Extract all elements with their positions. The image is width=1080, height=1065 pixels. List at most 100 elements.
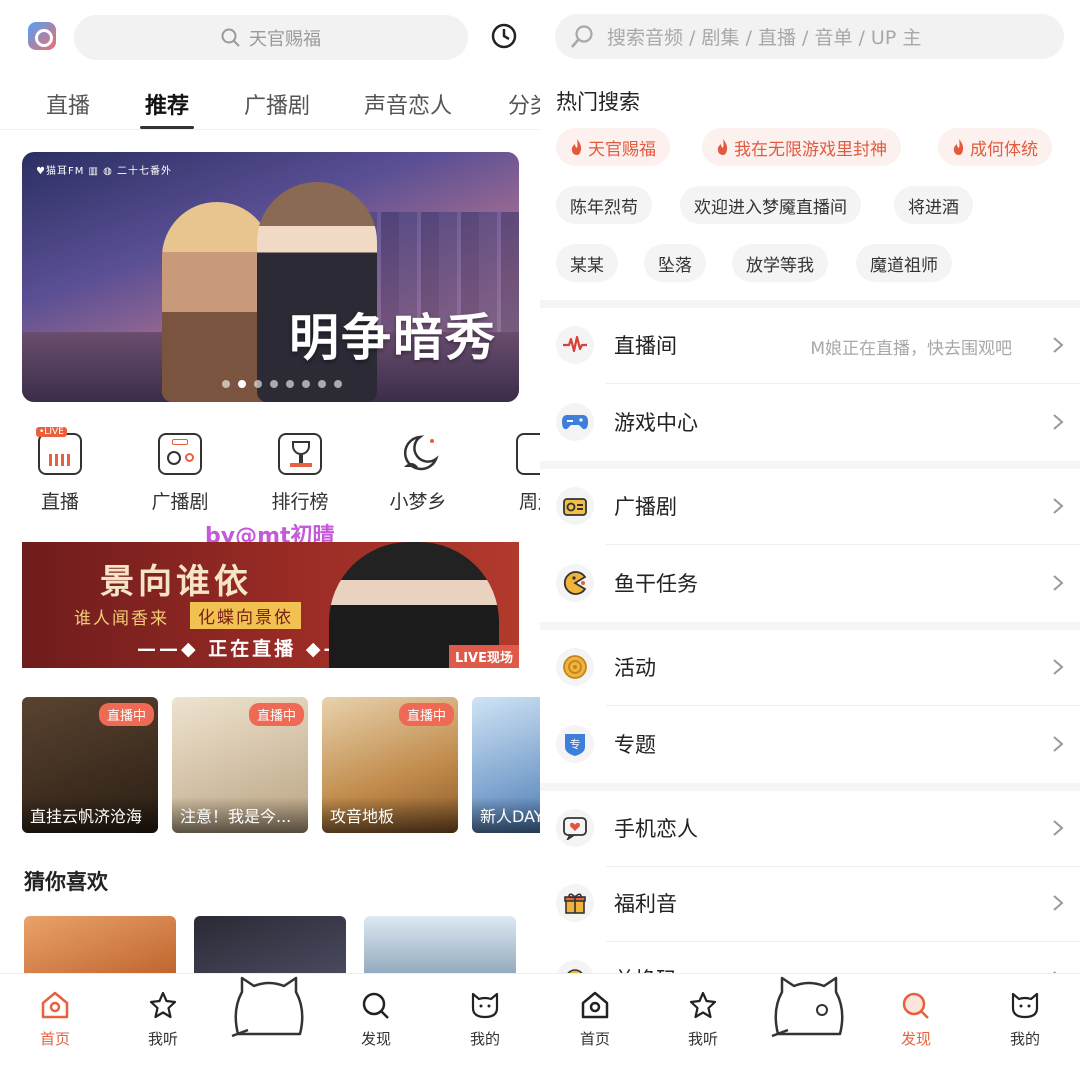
quick-entry-radio-drama[interactable]: 广播剧 — [130, 425, 230, 514]
cat-center-button-icon[interactable] — [768, 970, 850, 1040]
tab-listen[interactable]: 我听 — [128, 990, 198, 1049]
gamepad-icon — [556, 403, 594, 441]
featured-banner[interactable]: ♥猫耳FM ▥ ◍ 二十七番外 明争暗秀 — [22, 152, 519, 402]
hot-search-chip[interactable]: 成何体统 — [938, 128, 1052, 166]
live-room-card[interactable]: 直播中 直挂云帆济沧海 — [22, 697, 158, 833]
app-logo-icon[interactable] — [28, 22, 56, 50]
chevron-right-icon — [1053, 736, 1064, 752]
live-room-list: 直播中 直挂云帆济沧海 直播中 注意！我是今... 直播中 攻音地板 新人DAY — [22, 697, 540, 833]
live-status-badge: 直播中 — [98, 703, 154, 726]
live-room-card[interactable]: 直播中 攻音地板 — [322, 697, 458, 833]
tab-home[interactable]: 首页 — [560, 990, 630, 1049]
search-chip[interactable]: 某某 — [556, 244, 618, 282]
banner-character-left — [162, 202, 272, 402]
target-icon — [556, 648, 594, 686]
pulse-icon — [556, 326, 594, 364]
hot-search-title: 热门搜索 — [556, 90, 640, 114]
tab-label: 发现 — [360, 1030, 391, 1048]
tab-listen[interactable]: 我听 — [668, 990, 738, 1049]
bag-icon — [516, 433, 540, 475]
hot-search-chip[interactable]: 我在无限游戏里封神 — [702, 128, 901, 166]
search-icon — [221, 28, 240, 47]
tab-recommend[interactable]: 推荐 — [145, 88, 189, 120]
tab-label: 我的 — [469, 1030, 500, 1048]
chevron-right-icon — [1053, 414, 1064, 430]
live-room-title: 直挂云帆济沧海 — [22, 797, 158, 833]
live-tag-badge: LIVE现场 — [448, 645, 519, 668]
chevron-right-icon — [1053, 895, 1064, 911]
live-room-card[interactable]: 直播中 注意！我是今... — [172, 697, 308, 833]
section-divider — [540, 622, 1080, 630]
live-room-title: 注意！我是今... — [172, 797, 308, 833]
search-chip[interactable]: 陈年烈苟 — [556, 186, 652, 224]
history-clock-icon[interactable] — [490, 22, 518, 50]
flame-icon — [717, 139, 728, 155]
hot-search-chip[interactable]: 天官赐福 — [556, 128, 670, 166]
chip-label: 将进酒 — [908, 197, 959, 218]
search-chip[interactable]: 魔道祖师 — [856, 244, 952, 282]
live-room-title: 新人DAY — [472, 797, 540, 833]
chip-label: 放学等我 — [746, 255, 814, 276]
chip-label: 陈年烈苟 — [570, 197, 638, 218]
cat-face-icon — [1011, 992, 1039, 1019]
carousel-dots — [222, 380, 342, 388]
menu-row-radio-drama[interactable]: 广播剧 — [540, 469, 1080, 545]
live-event-banner[interactable]: 景向谁依 谁人闻香来 化蝶向景依 ——◆ 正在直播 ◆—— LIVE现场 — [22, 542, 519, 668]
quick-entry-label: 排行榜 — [271, 491, 329, 513]
quick-entry-ranking[interactable]: 排行榜 — [250, 425, 350, 514]
tab-voice-lover[interactable]: 声音恋人 — [364, 88, 452, 120]
menu-row-label: 活动 — [614, 656, 656, 680]
quick-entry-label: 小梦乡 — [389, 491, 447, 513]
recommend-thumbnail[interactable] — [24, 916, 176, 976]
bottom-tab-bar: 首页 我听 发现 我的 — [0, 973, 540, 1065]
chip-label: 我在无限游戏里封神 — [734, 139, 887, 160]
svg-text:专: 专 — [570, 737, 581, 751]
quick-entry-merch[interactable]: 周边 — [488, 425, 540, 514]
tab-discover[interactable]: 发现 — [341, 990, 411, 1049]
cat-center-button-icon[interactable] — [228, 970, 310, 1040]
menu-row-phone-lover[interactable]: 手机恋人 — [540, 791, 1080, 867]
menu-row-topic[interactable]: 专 专题 — [540, 707, 1080, 783]
search-placeholder: 天官赐福 — [249, 28, 321, 50]
search-chip[interactable]: 将进酒 — [894, 186, 973, 224]
search-bar[interactable]: 搜索音频 / 剧集 / 直播 / 音单 / UP 主 — [555, 14, 1064, 59]
tab-home[interactable]: 首页 — [20, 990, 90, 1049]
menu-row-game-center[interactable]: 游戏中心 — [540, 385, 1080, 461]
menu-row-label: 直播间 — [614, 334, 677, 358]
search-chip[interactable]: 欢迎进入梦魇直播间 — [680, 186, 861, 224]
search-chip[interactable]: 坠落 — [644, 244, 706, 282]
cat-face-icon — [471, 992, 499, 1019]
search-chip[interactable]: 放学等我 — [732, 244, 828, 282]
banner-partner-logos: ♥猫耳FM ▥ ◍ 二十七番外 — [36, 166, 173, 177]
tab-discover[interactable]: 发现 — [881, 990, 951, 1049]
menu-row-live-room[interactable]: 直播间 M娘正在直播，快去围观吧 — [540, 308, 1080, 384]
recommend-thumbnail[interactable] — [194, 916, 346, 976]
tab-label: 首页 — [39, 1030, 70, 1048]
flame-icon — [571, 139, 582, 155]
category-tabs: 直播 推荐 广播剧 声音恋人 分类 — [0, 78, 540, 130]
menu-row-label: 福利音 — [614, 892, 677, 916]
quick-entry-label: 直播 — [40, 491, 79, 513]
live-banner-line1: 谁人闻香来 — [74, 609, 169, 629]
menu-row-welfare-audio[interactable]: 福利音 — [540, 866, 1080, 942]
tab-mine[interactable]: 我的 — [990, 990, 1060, 1049]
home-icon — [41, 991, 69, 1019]
star-icon — [689, 991, 717, 1019]
chip-label: 天官赐福 — [588, 139, 656, 160]
tab-label: 首页 — [579, 1030, 610, 1048]
live-room-card[interactable]: 新人DAY — [472, 697, 540, 833]
menu-row-fish-task[interactable]: 鱼干任务 — [540, 546, 1080, 622]
tab-mine[interactable]: 我的 — [450, 990, 520, 1049]
tab-live[interactable]: 直播 — [46, 88, 90, 120]
menu-row-activity[interactable]: 活动 — [540, 630, 1080, 706]
radio-icon — [158, 433, 202, 475]
tab-category[interactable]: 分类 — [508, 88, 540, 120]
menu-row-label: 游戏中心 — [614, 411, 698, 435]
active-tab-indicator — [140, 126, 194, 129]
recommend-thumbnail[interactable] — [364, 916, 516, 976]
tab-radio-drama[interactable]: 广播剧 — [244, 88, 310, 120]
quick-entry-dreamland[interactable]: 小梦乡 — [368, 425, 468, 514]
search-bar[interactable]: 天官赐福 — [74, 15, 468, 60]
quick-entry-live[interactable]: •LIVE 直播 — [10, 425, 110, 514]
section-divider — [540, 461, 1080, 469]
